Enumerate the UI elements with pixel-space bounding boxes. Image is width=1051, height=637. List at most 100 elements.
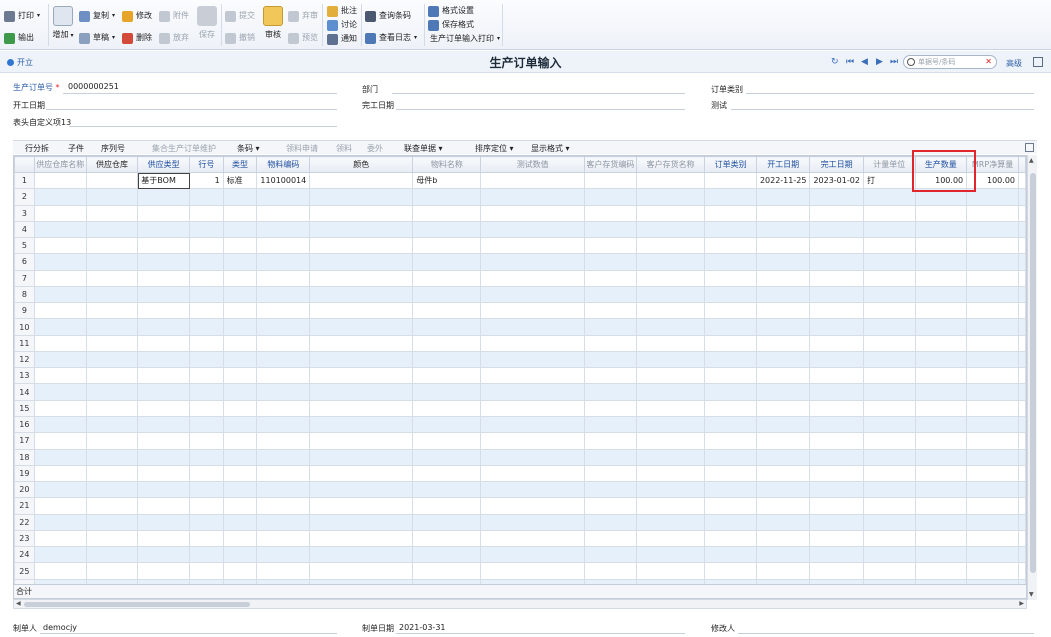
table-cell[interactable] xyxy=(189,302,224,320)
search-input[interactable]: 单据号/条码 ✕ xyxy=(903,55,997,69)
table-cell[interactable] xyxy=(137,334,191,352)
table-cell[interactable] xyxy=(412,302,482,320)
table-cell[interactable] xyxy=(583,529,637,548)
table-cell[interactable] xyxy=(222,562,258,580)
table-cell[interactable] xyxy=(966,318,1019,336)
table-row[interactable]: 12 xyxy=(14,350,1026,369)
table-cell[interactable] xyxy=(256,318,311,336)
table-cell[interactable] xyxy=(1018,318,1026,336)
table-cell[interactable]: 打 xyxy=(862,171,916,190)
table-cell[interactable] xyxy=(222,237,258,255)
table-cell[interactable] xyxy=(704,415,757,434)
table-cell[interactable] xyxy=(862,188,916,206)
table-cell[interactable] xyxy=(1018,513,1026,531)
table-cell[interactable]: 基于BOM xyxy=(137,171,191,190)
table-cell[interactable] xyxy=(755,302,811,320)
table-cell[interactable] xyxy=(809,448,864,466)
table-cell[interactable] xyxy=(256,220,311,239)
table-cell[interactable] xyxy=(1018,269,1026,287)
table-cell[interactable] xyxy=(309,432,414,450)
table-cell[interactable] xyxy=(914,302,968,320)
table-cell[interactable] xyxy=(256,415,311,434)
table-cell[interactable] xyxy=(809,253,864,271)
table-cell[interactable] xyxy=(635,546,706,564)
discard-audit-button[interactable]: 弃审 xyxy=(288,8,318,24)
export-button[interactable]: 输出 xyxy=(4,30,34,46)
table-cell[interactable] xyxy=(480,188,585,206)
table-cell[interactable] xyxy=(635,285,706,304)
table-cell[interactable] xyxy=(412,432,482,450)
table-row[interactable]: 20 xyxy=(14,481,1026,499)
display-format-dropdown[interactable]: 显示格式 ▾ xyxy=(531,143,570,154)
table-cell[interactable] xyxy=(583,269,637,287)
table-cell[interactable] xyxy=(256,529,311,548)
table-cell[interactable] xyxy=(862,237,916,255)
abandon-button[interactable]: 放弃 xyxy=(159,30,189,46)
table-cell[interactable] xyxy=(704,432,757,450)
table-cell[interactable] xyxy=(583,302,637,320)
table-cell[interactable] xyxy=(1018,432,1026,450)
table-cell[interactable] xyxy=(635,448,706,466)
table-cell[interactable] xyxy=(309,546,414,564)
table-cell[interactable] xyxy=(309,497,414,515)
table-cell[interactable] xyxy=(635,383,706,401)
table-cell[interactable] xyxy=(809,415,864,434)
table-cell[interactable] xyxy=(809,464,864,483)
table-cell[interactable] xyxy=(412,464,482,483)
horizontal-scrollbar[interactable]: ◀ ▶ xyxy=(13,599,1027,609)
table-cell[interactable] xyxy=(862,253,916,271)
table-cell[interactable] xyxy=(1018,464,1026,483)
table-cell[interactable] xyxy=(33,481,87,499)
table-cell[interactable] xyxy=(635,562,706,580)
table-cell[interactable] xyxy=(33,188,87,206)
table-cell[interactable] xyxy=(809,546,864,564)
table-cell[interactable] xyxy=(635,350,706,369)
table-cell[interactable] xyxy=(809,367,864,385)
table-cell[interactable] xyxy=(704,253,757,271)
table-cell[interactable] xyxy=(222,204,258,222)
table-cell[interactable] xyxy=(809,562,864,580)
table-cell[interactable] xyxy=(33,269,87,287)
table-cell[interactable] xyxy=(914,481,968,499)
material-request-button[interactable]: 领料申请 xyxy=(286,143,318,154)
table-cell[interactable] xyxy=(256,367,311,385)
table-cell[interactable] xyxy=(256,513,311,531)
table-cell[interactable] xyxy=(635,302,706,320)
table-row[interactable]: 13 xyxy=(14,367,1026,385)
table-cell[interactable] xyxy=(635,529,706,548)
table-cell[interactable] xyxy=(704,562,757,580)
table-cell[interactable] xyxy=(33,383,87,401)
table-cell[interactable] xyxy=(480,562,585,580)
table-cell[interactable] xyxy=(480,204,585,222)
table-cell[interactable] xyxy=(862,367,916,385)
table-cell[interactable] xyxy=(222,415,258,434)
table-cell[interactable] xyxy=(189,383,224,401)
audit-button[interactable]: 审核 xyxy=(261,6,285,40)
table-cell[interactable] xyxy=(33,432,87,450)
table-cell[interactable] xyxy=(256,269,311,287)
table-cell[interactable] xyxy=(966,253,1019,271)
table-cell[interactable] xyxy=(412,481,482,499)
table-cell[interactable] xyxy=(966,383,1019,401)
table-cell[interactable] xyxy=(583,464,637,483)
table-cell[interactable] xyxy=(33,334,87,352)
table-cell[interactable] xyxy=(1018,497,1026,515)
table-cell[interactable] xyxy=(85,220,139,239)
table-cell[interactable] xyxy=(862,350,916,369)
table-cell[interactable] xyxy=(862,399,916,417)
table-cell[interactable] xyxy=(137,302,191,320)
table-cell[interactable] xyxy=(189,432,224,450)
table-cell[interactable] xyxy=(755,383,811,401)
table-cell[interactable] xyxy=(966,302,1019,320)
table-cell[interactable] xyxy=(85,285,139,304)
table-cell[interactable] xyxy=(480,237,585,255)
next-record-icon[interactable]: ▶ xyxy=(876,57,883,67)
table-cell[interactable] xyxy=(1018,285,1026,304)
table-cell[interactable]: 2023-01-02 xyxy=(809,171,864,190)
column-header[interactable]: 行号 xyxy=(189,156,224,173)
table-cell[interactable] xyxy=(412,383,482,401)
table-cell[interactable] xyxy=(862,302,916,320)
table-cell[interactable] xyxy=(809,399,864,417)
table-cell[interactable] xyxy=(583,350,637,369)
table-cell[interactable] xyxy=(862,383,916,401)
